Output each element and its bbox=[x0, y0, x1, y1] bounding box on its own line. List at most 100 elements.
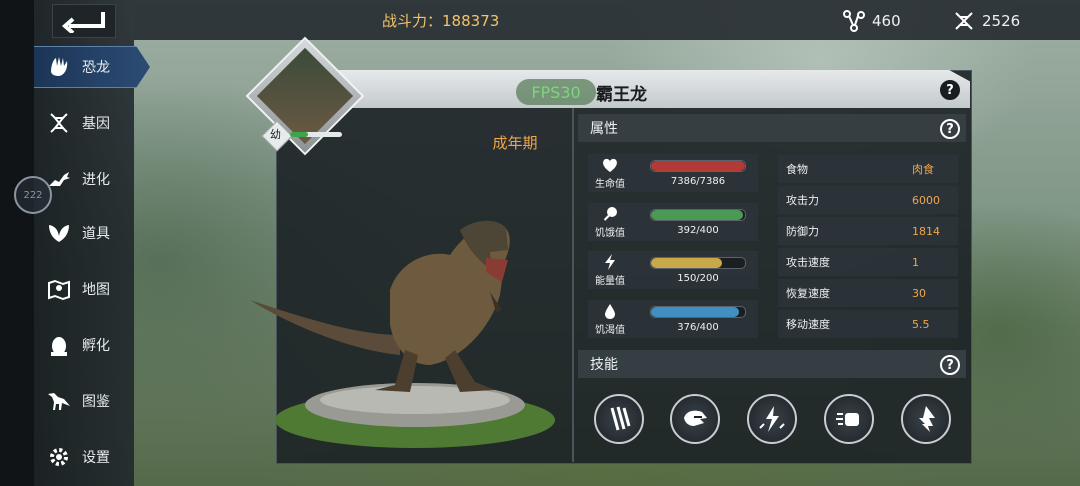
heart-icon bbox=[603, 158, 617, 172]
stat-health-icon-wrap: 生命值 bbox=[592, 156, 628, 190]
attr-defense-key: 防御力 bbox=[786, 225, 819, 238]
stat-energy-bar bbox=[650, 257, 746, 269]
dna-helix-icon bbox=[955, 12, 973, 30]
nav-settings[interactable]: 设置 bbox=[34, 436, 134, 478]
attr-move-speed: 移动速度 5.5 bbox=[778, 310, 958, 338]
attr-food-key: 食物 bbox=[786, 163, 808, 176]
combat-power: 战斗力：188373 bbox=[382, 10, 499, 31]
nav-gene[interactable]: 基因 bbox=[34, 102, 134, 144]
stat-hunger-bar bbox=[650, 209, 746, 221]
skill-2[interactable] bbox=[670, 394, 720, 444]
water-drop-icon bbox=[605, 304, 615, 319]
gene-resource: 2526 bbox=[952, 9, 1020, 33]
stat-energy-value: 150/200 bbox=[677, 273, 719, 284]
skill-4[interactable] bbox=[824, 394, 874, 444]
nav-items-label: 道具 bbox=[82, 226, 110, 242]
stat-energy-label: 能量值 bbox=[595, 276, 625, 287]
map-pin-icon bbox=[48, 279, 70, 301]
nav-evolution-label: 进化 bbox=[82, 172, 110, 188]
left-edge bbox=[0, 0, 34, 486]
stat-health-value: 7386/7386 bbox=[670, 176, 726, 187]
attr-attack-speed-value: 1 bbox=[912, 255, 919, 269]
attr-move-speed-key: 移动速度 bbox=[786, 318, 830, 331]
nav-settings-label: 设置 bbox=[82, 450, 110, 466]
stat-energy-bar-fill bbox=[651, 258, 722, 268]
nav-map[interactable]: 地图 bbox=[34, 268, 134, 310]
combat-power-value: 188373 bbox=[442, 12, 500, 30]
stat-hunger-icon-wrap: 饥饿值 bbox=[592, 205, 628, 239]
attr-attack-speed-key: 攻击速度 bbox=[786, 256, 830, 269]
fps-badge: FPS30 bbox=[516, 79, 596, 105]
dino-claw-icon bbox=[51, 57, 68, 76]
nav-gene-label: 基因 bbox=[82, 116, 110, 132]
stat-hunger-bar-fill bbox=[651, 210, 744, 220]
attr-recovery-speed-value: 30 bbox=[912, 286, 926, 300]
lightning-strike-icon bbox=[759, 406, 785, 432]
attr-attack: 攻击力 6000 bbox=[778, 186, 958, 214]
stat-thirst-bar-fill bbox=[651, 307, 740, 317]
skill-1[interactable] bbox=[594, 394, 644, 444]
attr-defense: 防御力 1814 bbox=[778, 217, 958, 245]
attributes-help-icon[interactable]: ? bbox=[940, 119, 960, 139]
back-arrow-icon bbox=[61, 12, 105, 33]
back-button[interactable] bbox=[52, 4, 116, 38]
combat-power-label: 战斗力： bbox=[382, 12, 443, 30]
title-help-icon[interactable]: ? bbox=[940, 80, 960, 100]
attributes-title: 属性 bbox=[590, 121, 618, 137]
stat-health-bar bbox=[650, 160, 746, 172]
stat-energy: 能量值 150/200 bbox=[588, 251, 758, 289]
nav-encyclopedia[interactable]: 图鉴 bbox=[34, 380, 134, 422]
fps-ring-text: 222 bbox=[23, 189, 43, 201]
stat-thirst: 饥渴值 376/400 bbox=[588, 300, 758, 338]
lightning-icon bbox=[605, 254, 615, 270]
attr-recovery-speed-key: 恢复速度 bbox=[786, 287, 830, 300]
panel-divider bbox=[572, 108, 574, 462]
dino-name: 霸王龙 bbox=[596, 85, 647, 105]
growth-stage: 成年期 bbox=[481, 112, 549, 184]
egg-icon bbox=[51, 337, 67, 356]
attr-attack-key: 攻击力 bbox=[786, 194, 819, 207]
age-label: 幼 bbox=[270, 128, 281, 141]
fps-overlay-ring[interactable]: 222 bbox=[14, 176, 52, 214]
attr-food-value: 肉食 bbox=[912, 163, 934, 176]
growth-bar bbox=[290, 132, 342, 137]
dino-roar-icon bbox=[684, 410, 707, 426]
top-bar bbox=[134, 0, 1080, 40]
dino-model bbox=[250, 220, 555, 448]
stat-hunger: 饥饿值 392/400 bbox=[588, 203, 758, 241]
molecule-icon bbox=[843, 10, 865, 32]
nav-encyclopedia-label: 图鉴 bbox=[82, 394, 110, 410]
attributes-header: 属性 bbox=[578, 114, 966, 142]
nav-hatch[interactable]: 孵化 bbox=[34, 324, 134, 366]
attr-attack-value: 6000 bbox=[912, 193, 940, 207]
nav-dinosaur-label: 恐龙 bbox=[82, 60, 110, 76]
leaf-icon bbox=[49, 225, 69, 242]
skill-5[interactable] bbox=[901, 394, 951, 444]
stat-energy-icon-wrap: 能量值 bbox=[592, 253, 628, 287]
charge-fist-icon bbox=[836, 413, 859, 426]
nav-dinosaur[interactable]: 恐龙 bbox=[34, 46, 150, 88]
attr-defense-value: 1814 bbox=[912, 224, 940, 238]
growth-bar-fill bbox=[290, 132, 309, 137]
gear-icon bbox=[50, 448, 68, 466]
nav-hatch-label: 孵化 bbox=[82, 338, 110, 354]
stat-hunger-value: 392/400 bbox=[677, 225, 719, 236]
stat-hunger-label: 饥饿值 bbox=[595, 228, 625, 239]
nav-map-label: 地图 bbox=[82, 282, 110, 298]
skill-3[interactable] bbox=[747, 394, 797, 444]
nav-items[interactable]: 道具 bbox=[34, 212, 134, 254]
attr-attack-speed: 攻击速度 1 bbox=[778, 248, 958, 276]
stat-health-bar-fill bbox=[651, 161, 745, 171]
dino-silhouette-icon bbox=[48, 393, 70, 410]
skills-help-icon[interactable]: ? bbox=[940, 355, 960, 375]
skills-title: 技能 bbox=[590, 357, 618, 373]
stat-health: 生命值 7386/7386 bbox=[588, 154, 758, 192]
stat-thirst-bar bbox=[650, 306, 746, 318]
stat-thirst-value: 376/400 bbox=[677, 322, 719, 333]
attr-move-speed-value: 5.5 bbox=[912, 317, 930, 331]
stat-thirst-icon-wrap: 饥渴值 bbox=[592, 302, 628, 336]
claw-slash-icon bbox=[610, 406, 631, 431]
attr-recovery-speed: 恢复速度 30 bbox=[778, 279, 958, 307]
dna-resource: 460 bbox=[842, 9, 901, 33]
stat-thirst-label: 饥渴值 bbox=[595, 325, 625, 336]
